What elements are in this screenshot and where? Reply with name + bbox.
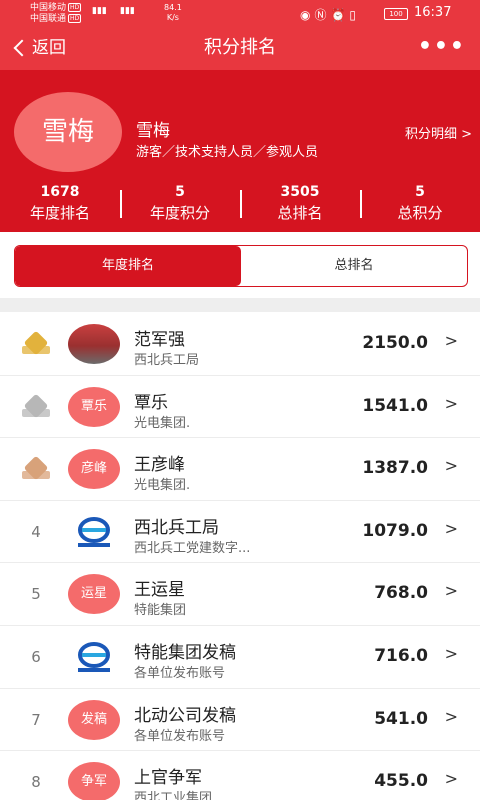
clock: 16:37: [414, 5, 452, 20]
carrier-2: 中国联通 HD: [30, 14, 82, 24]
member-org: 各单位发布账号: [134, 665, 226, 681]
member-name: 王运星: [134, 580, 185, 601]
rank-number: 4: [31, 522, 41, 541]
chevron-right-icon[interactable]: >: [445, 456, 458, 475]
stat-total-rank: 3505 总排名: [240, 178, 360, 232]
member-org: 特能集团: [134, 603, 187, 619]
rank-cell: 5: [18, 563, 54, 625]
stat-total-points: 5 总积分: [360, 178, 480, 232]
chevron-right-icon[interactable]: >: [445, 707, 458, 726]
more-dots-icon[interactable]: •••: [418, 34, 466, 59]
member-org: 光电集团.: [134, 415, 191, 431]
rank-number: 8: [31, 773, 41, 792]
section-divider: [0, 298, 480, 312]
rank-cell: [18, 313, 54, 375]
rank-cell: 4: [18, 501, 54, 563]
member-org: 西北兵工局: [134, 353, 200, 368]
carrier-1: 中国移动 HD: [30, 3, 82, 13]
list-item[interactable]: 彦峰 王彦峰光电集团. 1387.0 >: [0, 438, 480, 501]
chevron-right-icon[interactable]: >: [445, 519, 458, 538]
silver-medal-icon: [22, 393, 50, 419]
rank-cell: [18, 438, 54, 500]
rank-number: 7: [31, 710, 41, 729]
chevron-right-icon[interactable]: >: [445, 644, 458, 663]
chevron-right-icon[interactable]: >: [445, 394, 458, 413]
member-score: 768.0: [374, 583, 428, 604]
page-title: 积分排名: [204, 37, 276, 58]
bronze-medal-icon: [22, 455, 50, 481]
gold-medal-icon: [22, 330, 50, 356]
user-name: 雪梅: [136, 121, 170, 141]
list-item[interactable]: 4 西北兵工局西北兵工党建数字... 1079.0 >: [0, 501, 480, 564]
rank-cell: [18, 376, 54, 438]
member-score: 455.0: [374, 771, 428, 792]
avatar: 彦峰: [68, 449, 120, 490]
member-name: 王彦峰: [134, 455, 185, 476]
member-score: 1387.0: [362, 458, 428, 479]
avatar: 雪梅: [14, 92, 122, 172]
status-icons: ◉Ⓝ⏰▯: [300, 8, 361, 22]
list-item[interactable]: 范军强西北兵工局 2150.0 >: [0, 313, 480, 376]
org-logo-icon: [68, 636, 120, 677]
member-name: 上官争军: [134, 768, 202, 789]
stat-annual-points: 5 年度积分: [120, 178, 240, 232]
stat-annual-rank: 1678 年度排名: [29, 184, 90, 222]
rank-number: 5: [31, 585, 41, 604]
member-score: 1079.0: [362, 520, 428, 541]
member-name: 北动公司发稿: [134, 705, 236, 726]
list-item[interactable]: 7 发稿 北动公司发稿各单位发布账号 541.0 >: [0, 689, 480, 752]
profile-section: 雪梅 雪梅 游客／技术支持人员／参观人员 积分明细 >: [0, 70, 480, 178]
avatar-photo: [68, 324, 120, 364]
org-logo-icon: [68, 511, 120, 552]
rank-number: 6: [31, 647, 41, 666]
list-item[interactable]: 覃乐 覃乐 光电集团. 1541.0 >: [0, 376, 480, 439]
avatar: 覃乐: [68, 386, 120, 427]
member-score: 716.0: [374, 645, 428, 666]
ranking-list: 范军强 西北兵工局 2150.0 > 覃乐 覃乐 光电集团. 1541.0 > 彦峰 王彦峰 光电集团…: [0, 313, 480, 800]
title-bar: 返回 积分排名 •••: [0, 28, 480, 70]
member-name: 西北兵工局: [134, 517, 219, 538]
member-score: 541.0: [374, 708, 428, 729]
avatar: 争军: [68, 762, 120, 800]
tab-annual-ranking[interactable]: 年度排名: [15, 246, 241, 286]
list-item[interactable]: 8 争军 上官争军西北工业集团. 455.0 >: [0, 751, 480, 800]
avatar: 发稿: [68, 699, 120, 740]
member-org: 各单位发布账号: [134, 728, 226, 744]
member-name: 覃乐: [134, 392, 168, 413]
member-name: 范军强: [134, 330, 185, 350]
member-org: 西北工业集团.: [134, 791, 217, 800]
avatar: 运星: [68, 574, 120, 615]
tab-total-ranking[interactable]: 总排名: [241, 246, 467, 286]
member-org: 西北兵工党建数字...: [134, 540, 251, 556]
net-speed: 84.1 K/s: [164, 3, 182, 22]
ranking-tabs: 年度排名 总排名: [14, 245, 468, 287]
member-org: 光电集团.: [134, 478, 191, 494]
user-roles: 游客／技术支持人员／参观人员: [136, 145, 319, 160]
list-item[interactable]: 5 运星 王运星特能集团 768.0 >: [0, 563, 480, 626]
list-item[interactable]: 6 特能集团发稿各单位发布账号 716.0 >: [0, 626, 480, 689]
rank-cell: 8: [18, 751, 54, 800]
rank-cell: 6: [18, 626, 54, 688]
status-bar: 中国移动 HD 中国联通 HD ▮▮▮ ▮▮▮ 84.1 K/s ◉Ⓝ⏰▯ 100 1…: [0, 0, 480, 28]
signal-icon: ▮▮▮: [92, 6, 107, 16]
points-detail-link[interactable]: 积分明细 >: [405, 123, 472, 142]
chevron-right-icon[interactable]: >: [445, 581, 458, 600]
member-score: 1541.0: [362, 395, 428, 416]
chevron-right-icon[interactable]: >: [445, 331, 458, 350]
member-name: 特能集团发稿: [134, 642, 236, 663]
signal-icon: ▮▮▮: [120, 6, 135, 16]
chevron-right-icon[interactable]: >: [445, 769, 458, 788]
rank-cell: 7: [18, 689, 54, 751]
stats-bar: 1678 年度排名 5 年度积分 3505 总排名 5 总积分: [0, 178, 480, 232]
battery-icon: 100: [384, 8, 408, 20]
member-score: 2150.0: [362, 333, 428, 353]
